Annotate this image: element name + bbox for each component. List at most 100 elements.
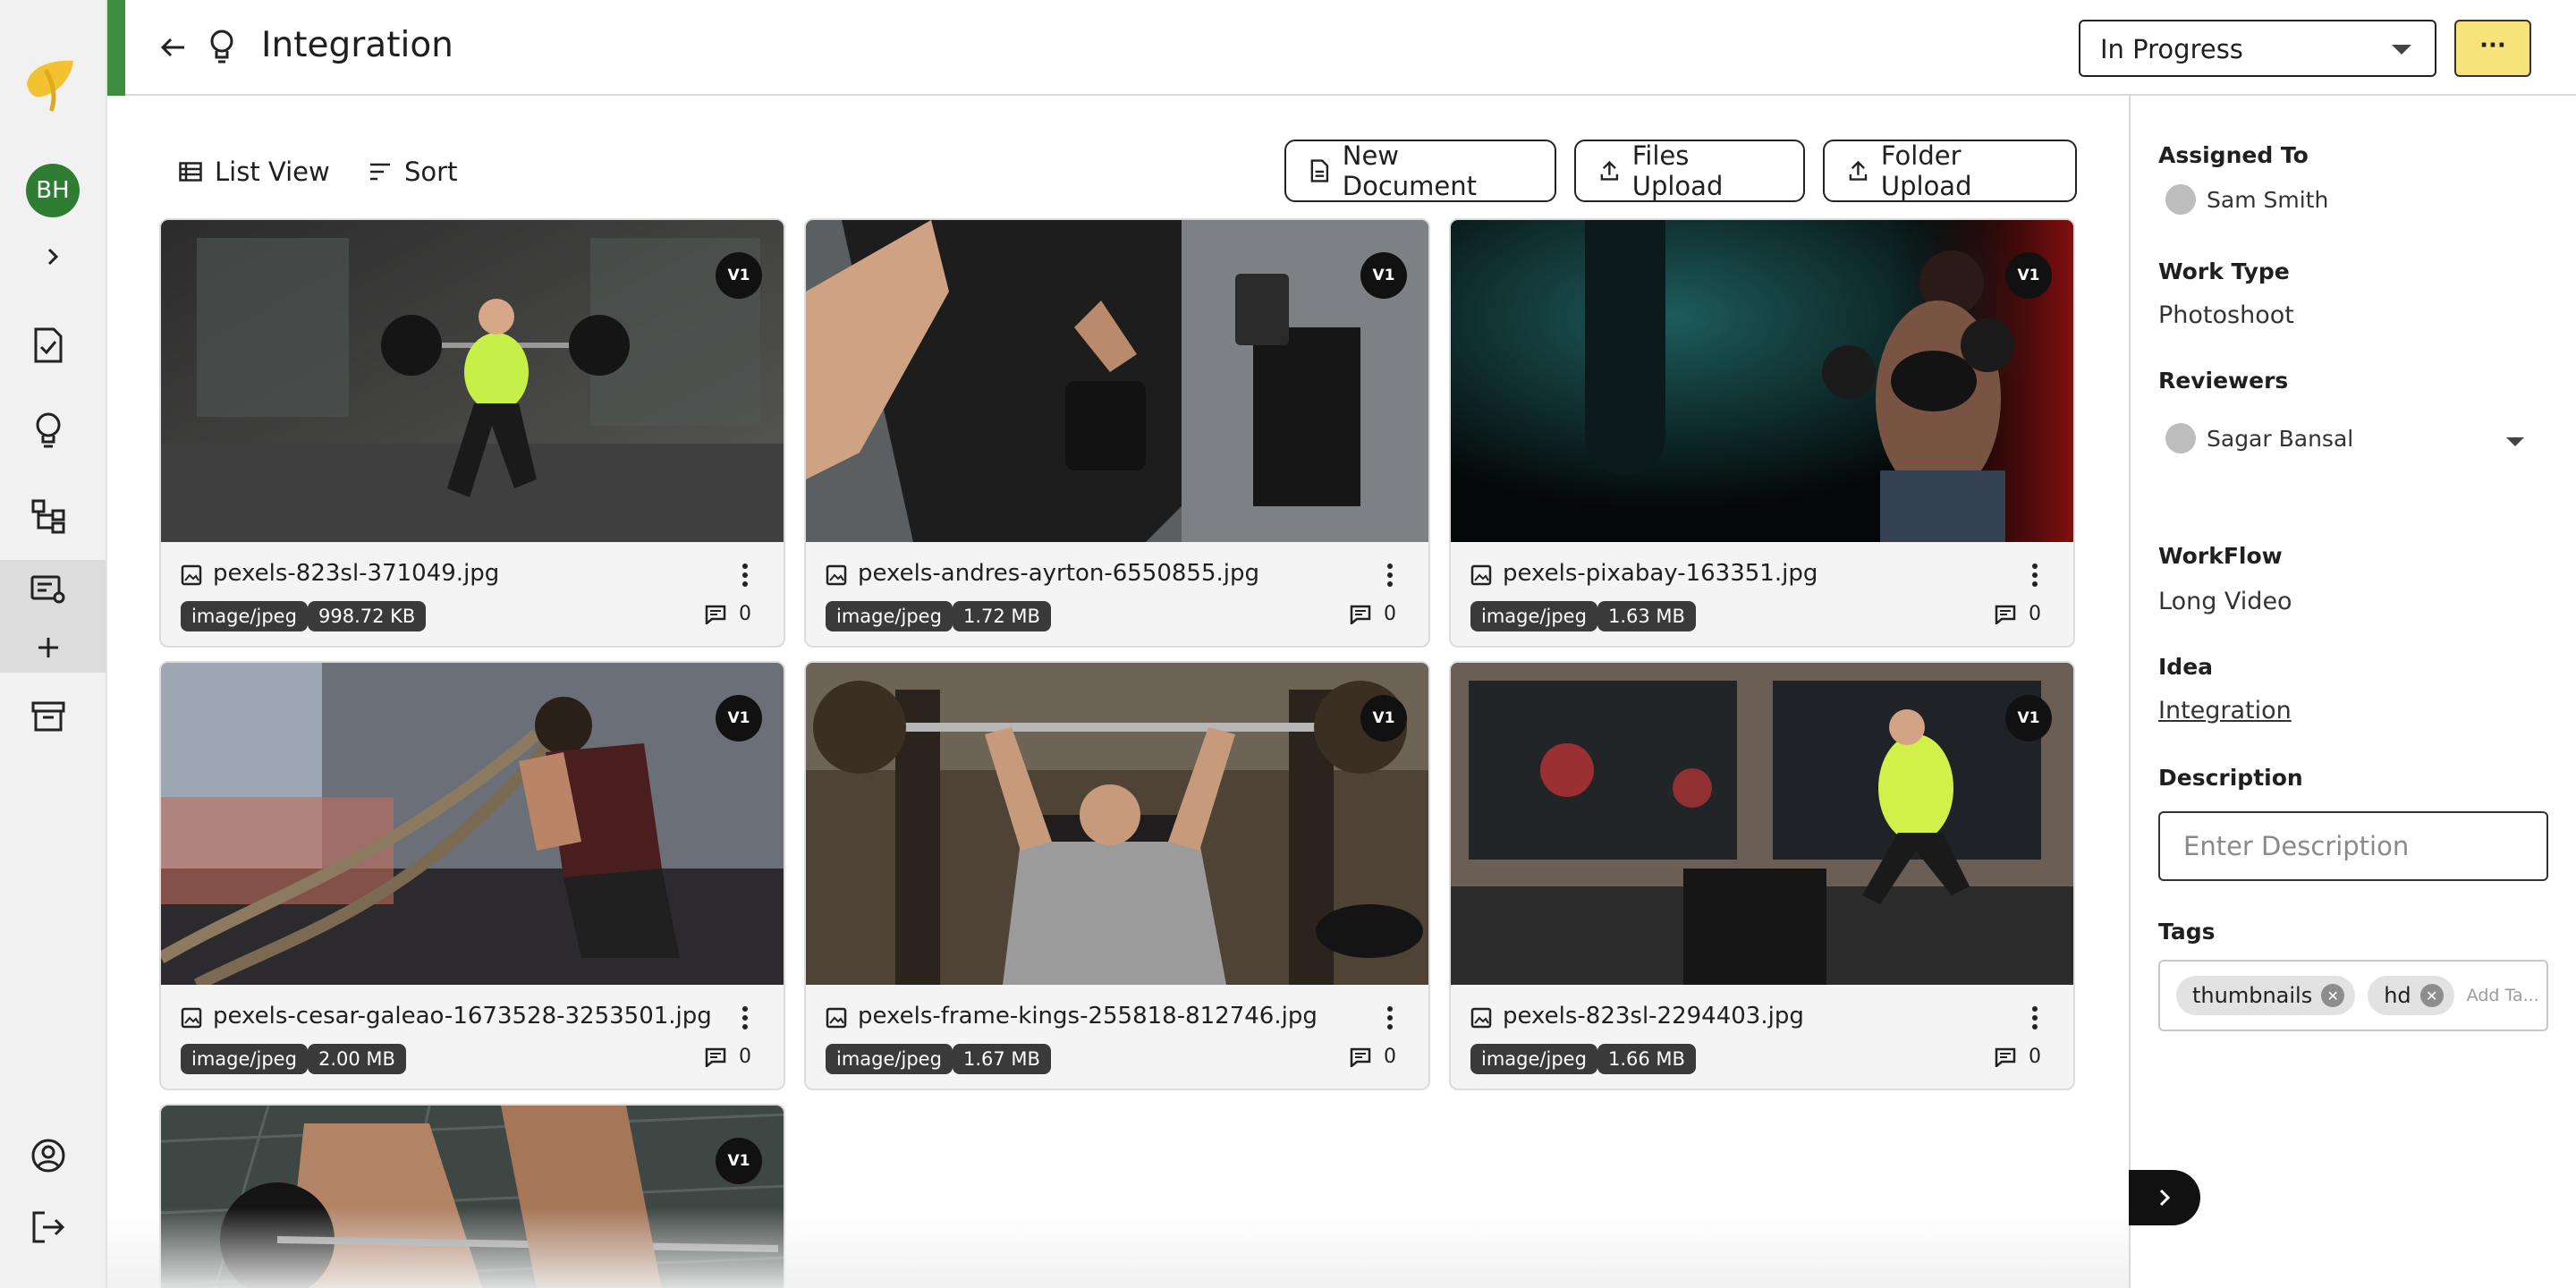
reviewer[interactable]: Sagar Bansal — [2165, 423, 2353, 453]
form-list-icon — [30, 575, 65, 604]
assignee-name: Sam Smith — [2207, 186, 2329, 213]
file-name[interactable]: pexels-frame-kings-255818-812746.jpg — [858, 1003, 1318, 1030]
file-card[interactable]: V1 pexels-andres-ayrton-6550855.jpg imag… — [804, 218, 1430, 648]
reviewer-name: Sagar Bansal — [2207, 425, 2354, 452]
remove-tag-icon[interactable]: ✕ — [2321, 984, 2345, 1007]
details-panel: Assigned To Sam Smith Work Type Photosho… — [2129, 96, 2576, 1288]
back-arrow-icon[interactable] — [157, 32, 188, 63]
comment-icon — [705, 605, 726, 624]
comment-count[interactable]: 0 — [705, 1046, 751, 1068]
file-type-badge: image/jpeg — [826, 601, 953, 631]
upload-icon — [1849, 160, 1868, 181]
nav-add[interactable] — [27, 626, 70, 669]
description-input[interactable]: Enter Description — [2158, 811, 2548, 881]
image-thumbnail[interactable] — [161, 663, 785, 985]
header-accent-bar — [107, 0, 125, 96]
image-file-icon — [181, 1007, 202, 1029]
file-name[interactable]: pexels-andres-ayrton-6550855.jpg — [858, 560, 1259, 587]
new-document-button[interactable]: New Document — [1284, 140, 1556, 202]
comment-count[interactable]: 0 — [1350, 603, 1396, 625]
caret-down-icon[interactable] — [2506, 437, 2524, 446]
image-thumbnail[interactable] — [1451, 663, 2075, 985]
remove-tag-icon[interactable]: ✕ — [2419, 984, 2444, 1007]
comment-count[interactable]: 0 — [1350, 1046, 1396, 1068]
file-card[interactable]: V1 pexels-cesar-galeao-1673528-3253501.j… — [159, 661, 785, 1090]
person-icon — [2165, 423, 2196, 453]
caret-down-icon — [2392, 45, 2411, 55]
status-dropdown[interactable]: In Progress — [2079, 20, 2436, 77]
file-name[interactable]: pexels-pixabay-163351.jpg — [1503, 560, 1818, 587]
file-size-badge: 1.63 MB — [1597, 601, 1696, 631]
collapse-panel-button[interactable] — [2129, 1170, 2200, 1225]
idea-link[interactable]: Integration — [2158, 697, 2292, 724]
account-circle-icon — [31, 1139, 65, 1173]
kebab-menu-icon[interactable] — [2029, 562, 2041, 589]
user-avatar[interactable]: BH — [26, 164, 80, 217]
image-thumbnail[interactable] — [806, 663, 1430, 985]
assignee[interactable]: Sam Smith — [2165, 184, 2328, 215]
file-name[interactable]: pexels-823sl-2294403.jpg — [1503, 1003, 1804, 1030]
chevron-right-icon[interactable] — [39, 243, 66, 270]
file-size-badge: 998.72 KB — [308, 601, 427, 631]
file-card[interactable]: V1 pexels-pixabay-163351.jpg image/jpeg … — [1449, 218, 2075, 648]
workflow-value: Long Video — [2158, 588, 2292, 615]
add-tag-field[interactable]: Add Ta... — [2467, 986, 2539, 1005]
comment-count[interactable]: 0 — [1995, 603, 2041, 625]
lightbulb-icon — [210, 30, 233, 64]
kebab-menu-icon[interactable] — [739, 1004, 751, 1031]
comment-count-value: 0 — [739, 1046, 751, 1068]
file-name[interactable]: pexels-823sl-371049.jpg — [213, 560, 499, 587]
nav-logout[interactable] — [27, 1206, 70, 1249]
file-card[interactable]: V1 pexels-frame-kings-255818-812746.jpg … — [804, 661, 1430, 1090]
kebab-menu-icon[interactable] — [2029, 1004, 2041, 1031]
nav-requests[interactable] — [27, 569, 70, 612]
tag-label: hd — [2384, 983, 2411, 1008]
more-options-button[interactable]: ··· — [2454, 20, 2531, 77]
nav-ideas[interactable] — [27, 409, 70, 452]
file-card[interactable]: V1 pexels-823sl-2294403.jpg image/jpeg 1… — [1449, 661, 2075, 1090]
file-name[interactable]: pexels-cesar-galeao-1673528-3253501.jpg — [213, 1003, 712, 1030]
workflow-label: WorkFlow — [2158, 543, 2283, 569]
comment-icon — [1995, 605, 2016, 624]
list-view-button[interactable]: List View — [179, 154, 330, 190]
upload-icon — [1600, 160, 1619, 181]
image-thumbnail[interactable] — [161, 220, 785, 542]
file-size-badge: 1.72 MB — [953, 601, 1051, 631]
list-view-label: List View — [215, 157, 330, 187]
file-type-badge: image/jpeg — [181, 1044, 308, 1074]
folder-upload-label: Folder Upload — [1880, 140, 1972, 201]
file-type-badge: image/jpeg — [1470, 601, 1597, 631]
work-type-label: Work Type — [2158, 258, 2290, 284]
comment-count[interactable]: 0 — [1995, 1046, 2041, 1068]
files-upload-button[interactable]: Files Upload — [1574, 140, 1805, 202]
logout-icon — [32, 1211, 65, 1243]
app-logo-icon[interactable] — [20, 52, 82, 114]
kebab-menu-icon[interactable] — [739, 562, 751, 589]
file-card[interactable]: V1 pexels-823sl-371049.jpg image/jpeg 99… — [159, 218, 785, 648]
nav-tasks[interactable] — [27, 324, 70, 367]
workflow-icon — [31, 499, 65, 534]
tag-chip: thumbnails ✕ — [2176, 976, 2356, 1015]
kebab-menu-icon[interactable] — [1384, 1004, 1396, 1031]
image-thumbnail[interactable] — [806, 220, 1430, 542]
image-file-icon — [181, 564, 202, 586]
version-badge: V1 — [716, 695, 762, 741]
comment-icon — [1350, 605, 1371, 624]
reviewers-label: Reviewers — [2158, 368, 2289, 394]
version-badge: V1 — [2005, 695, 2052, 741]
files-upload-label: Files Upload — [1631, 140, 1724, 201]
table-list-icon — [179, 162, 202, 182]
folder-upload-button[interactable]: Folder Upload — [1823, 140, 2077, 202]
scroll-fade — [107, 1208, 2129, 1288]
image-thumbnail[interactable] — [1451, 220, 2075, 542]
sort-button[interactable]: Sort — [369, 154, 457, 190]
new-document-label: New Document — [1342, 140, 1478, 201]
kebab-menu-icon[interactable] — [1384, 562, 1396, 589]
nav-workflows[interactable] — [27, 495, 70, 538]
version-badge: V1 — [2005, 252, 2052, 299]
nav-archive[interactable] — [27, 695, 70, 738]
nav-profile[interactable] — [27, 1134, 70, 1177]
comment-count[interactable]: 0 — [705, 603, 751, 625]
file-size-badge: 1.67 MB — [953, 1044, 1051, 1074]
tags-input[interactable]: thumbnails ✕ hd ✕ Add Ta... — [2158, 960, 2548, 1031]
